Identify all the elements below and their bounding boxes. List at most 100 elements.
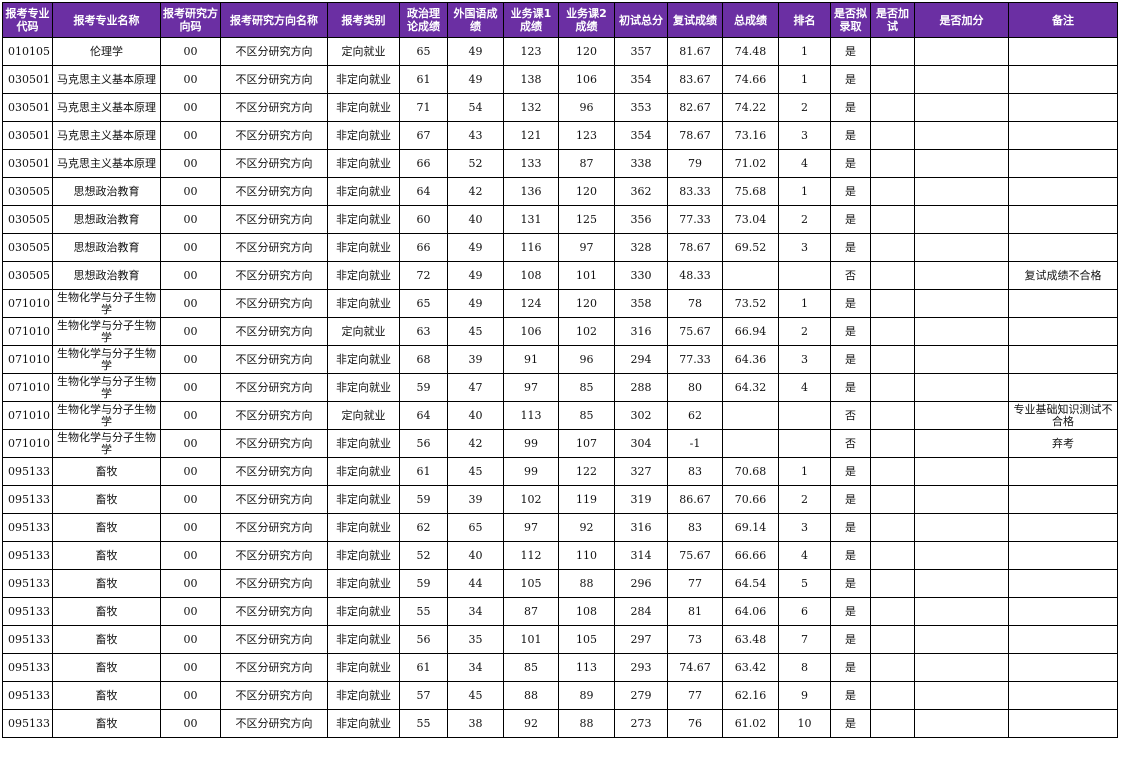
cell-extra-test-flag [870, 233, 915, 262]
cell-admit-flag: 是 [830, 289, 871, 318]
cell-direction-name: 不区分研究方向 [220, 261, 328, 290]
header-initial-total: 初试总分 [614, 2, 668, 38]
cell-course1-score: 136 [503, 177, 559, 206]
cell-foreign-language-score: 44 [447, 569, 504, 598]
cell-total-score [722, 401, 779, 430]
cell-politics-score: 52 [399, 541, 448, 570]
cell-extra-test-flag [870, 485, 915, 514]
cell-direction-code: 00 [160, 709, 221, 738]
cell-remarks [1008, 541, 1118, 570]
cell-extra-test-flag [870, 541, 915, 570]
cell-total-score: 74.66 [722, 65, 779, 94]
cell-major-code: 095133 [2, 513, 53, 542]
cell-total-score: 75.68 [722, 177, 779, 206]
cell-course2-score: 113 [558, 653, 615, 682]
cell-bonus-flag [914, 457, 1009, 486]
cell-rank: 1 [778, 289, 831, 318]
cell-course1-score: 101 [503, 625, 559, 654]
cell-course1-score: 102 [503, 485, 559, 514]
cell-course1-score: 123 [503, 37, 559, 66]
cell-politics-score: 61 [399, 65, 448, 94]
admission-table: 报考专业代码 报考专业名称 报考研究方向码 报考研究方向名称 报考类别 政治理论成绩 外国语… [2, 2, 1118, 738]
cell-politics-score: 61 [399, 457, 448, 486]
cell-category: 非定向就业 [327, 485, 400, 514]
table-row: 030505 思想政治教育 00 不区分研究方向 非定向就业 64 42 136 120 362 8… [2, 177, 1118, 206]
cell-remarks [1008, 149, 1118, 178]
cell-extra-test-flag [870, 345, 915, 374]
cell-major-code: 030505 [2, 261, 53, 290]
cell-initial-total: 338 [614, 149, 668, 178]
cell-retest-score: 76 [667, 709, 723, 738]
cell-initial-total: 294 [614, 345, 668, 374]
cell-total-score: 66.94 [722, 317, 779, 346]
cell-retest-score: 79 [667, 149, 723, 178]
cell-total-score: 66.66 [722, 541, 779, 570]
cell-course2-score: 108 [558, 597, 615, 626]
cell-rank: 2 [778, 205, 831, 234]
cell-major-code: 095133 [2, 709, 53, 738]
cell-bonus-flag [914, 485, 1009, 514]
cell-remarks: 复试成绩不合格 [1008, 261, 1118, 290]
cell-major-code: 095133 [2, 653, 53, 682]
cell-initial-total: 297 [614, 625, 668, 654]
cell-rank: 5 [778, 569, 831, 598]
cell-initial-total: 353 [614, 93, 668, 122]
cell-rank: 2 [778, 485, 831, 514]
cell-major-name: 生物化学与分子生物学 [52, 401, 161, 430]
cell-admit-flag: 是 [830, 653, 871, 682]
cell-extra-test-flag [870, 653, 915, 682]
cell-foreign-language-score: 45 [447, 317, 504, 346]
cell-initial-total: 319 [614, 485, 668, 514]
cell-admit-flag: 是 [830, 485, 871, 514]
cell-initial-total: 302 [614, 401, 668, 430]
cell-course2-score: 120 [558, 289, 615, 318]
cell-direction-name: 不区分研究方向 [220, 513, 328, 542]
cell-major-code: 095133 [2, 457, 53, 486]
cell-initial-total: 279 [614, 681, 668, 710]
cell-remarks: 弃考 [1008, 429, 1118, 458]
cell-admit-flag: 是 [830, 65, 871, 94]
table-row: 095133 畜牧 00 不区分研究方向 非定向就业 61 45 99 122 327 83 70.6… [2, 457, 1118, 486]
cell-foreign-language-score: 45 [447, 681, 504, 710]
cell-direction-name: 不区分研究方向 [220, 709, 328, 738]
cell-course1-score: 99 [503, 457, 559, 486]
cell-foreign-language-score: 43 [447, 121, 504, 150]
cell-major-code: 071010 [2, 289, 53, 318]
table-row: 030501 马克思主义基本原理 00 不区分研究方向 非定向就业 67 43 121 123 3… [2, 121, 1118, 150]
cell-extra-test-flag [870, 37, 915, 66]
cell-politics-score: 64 [399, 401, 448, 430]
cell-politics-score: 68 [399, 345, 448, 374]
cell-major-name: 生物化学与分子生物学 [52, 429, 161, 458]
cell-extra-test-flag [870, 65, 915, 94]
cell-direction-name: 不区分研究方向 [220, 597, 328, 626]
cell-rank: 6 [778, 597, 831, 626]
cell-direction-code: 00 [160, 653, 221, 682]
cell-major-name: 畜牧 [52, 625, 161, 654]
cell-retest-score: 77.33 [667, 345, 723, 374]
cell-course1-score: 99 [503, 429, 559, 458]
cell-retest-score: 78.67 [667, 233, 723, 262]
cell-course1-score: 91 [503, 345, 559, 374]
table-row: 095133 畜牧 00 不区分研究方向 非定向就业 55 34 87 108 284 81 64.0… [2, 597, 1118, 626]
cell-major-code: 071010 [2, 429, 53, 458]
cell-course1-score: 87 [503, 597, 559, 626]
cell-foreign-language-score: 39 [447, 345, 504, 374]
cell-politics-score: 57 [399, 681, 448, 710]
cell-rank: 2 [778, 317, 831, 346]
cell-admit-flag: 是 [830, 373, 871, 402]
cell-remarks [1008, 569, 1118, 598]
header-extra-test-flag: 是否加试 [870, 2, 915, 38]
cell-total-score: 69.14 [722, 513, 779, 542]
cell-major-code: 095133 [2, 569, 53, 598]
cell-major-code: 030501 [2, 149, 53, 178]
cell-total-score: 64.06 [722, 597, 779, 626]
cell-direction-name: 不区分研究方向 [220, 653, 328, 682]
cell-politics-score: 56 [399, 625, 448, 654]
cell-direction-code: 00 [160, 429, 221, 458]
header-foreign-language-score: 外国语成绩 [447, 2, 504, 38]
table-row: 071010 生物化学与分子生物学 00 不区分研究方向 非定向就业 56 42 99 107 3… [2, 429, 1118, 458]
cell-category: 非定向就业 [327, 541, 400, 570]
cell-politics-score: 59 [399, 485, 448, 514]
cell-category: 定向就业 [327, 401, 400, 430]
cell-major-name: 思想政治教育 [52, 233, 161, 262]
